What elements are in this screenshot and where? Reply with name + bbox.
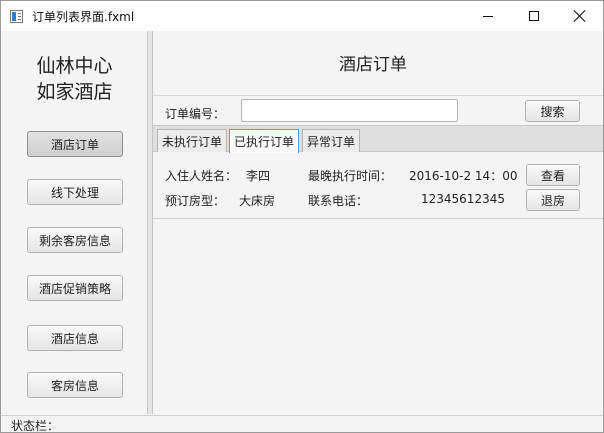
hotel-name-line2: 如家酒店 — [36, 81, 113, 103]
minimize-button[interactable] — [465, 1, 511, 31]
status-bar: 状态栏： — [0, 415, 604, 433]
sidebar-item-offline-handling[interactable]: 线下处理 — [27, 179, 123, 205]
status-label: 状态栏： — [11, 419, 60, 433]
close-icon — [574, 10, 586, 22]
room-type-label: 预订房型： — [165, 194, 226, 208]
order-number-input[interactable] — [241, 99, 458, 122]
sidebar-item-hotel-info[interactable]: 酒店信息 — [27, 325, 123, 351]
main-panel: 酒店订单 订单编号： 搜索 未执行订单 已执行订单 异常订单 入住人姓名： 李四… — [153, 31, 603, 414]
sidebar-item-remaining-rooms[interactable]: 剩余客房信息 — [27, 227, 123, 253]
window-title: 订单列表界面.fxml — [32, 10, 135, 24]
room-type-value: 大床房 — [239, 194, 276, 208]
checkout-button[interactable]: 退房 — [526, 189, 580, 211]
view-button[interactable]: 查看 — [526, 164, 580, 186]
sidebar-item-room-info[interactable]: 客房信息 — [27, 372, 123, 398]
sidebar-item-hotel-orders[interactable]: 酒店订单 — [27, 131, 123, 157]
search-button[interactable]: 搜索 — [525, 100, 580, 122]
tab-unexecuted-orders[interactable]: 未执行订单 — [157, 129, 228, 152]
guest-name-label: 入住人姓名： — [165, 169, 238, 183]
page-title: 酒店订单 — [339, 55, 407, 75]
guest-name-value: 李四 — [246, 169, 271, 183]
hotel-name-line1: 仙林中心 — [36, 55, 113, 77]
maximize-button[interactable] — [511, 1, 557, 31]
latest-time-label: 最晚执行时间： — [308, 169, 393, 183]
minimize-icon — [483, 15, 493, 17]
search-row: 订单编号： 搜索 — [153, 95, 603, 125]
order-number-label: 订单编号： — [165, 107, 226, 121]
sidebar: 仙林中心 如家酒店 酒店订单 线下处理 剩余客房信息 酒店促销策略 酒店信息 客… — [2, 31, 147, 414]
phone-label: 联系电话： — [308, 194, 369, 208]
title-bar: 订单列表界面.fxml — [0, 0, 604, 31]
tab-bar: 未执行订单 已执行订单 异常订单 — [153, 125, 603, 153]
maximize-icon — [529, 11, 539, 21]
close-button[interactable] — [557, 1, 603, 31]
order-item: 入住人姓名： 李四 最晚执行时间： 2016-10-2 14：00 查看 预订房… — [153, 153, 603, 219]
latest-time-value: 2016-10-2 14：00 — [409, 169, 518, 183]
hotel-name: 仙林中心 如家酒店 — [2, 53, 147, 105]
app-icon — [10, 10, 23, 23]
phone-value: 12345612345 — [421, 192, 505, 206]
tab-executed-orders[interactable]: 已执行订单 — [229, 129, 300, 153]
content-area: 仙林中心 如家酒店 酒店订单 线下处理 剩余客房信息 酒店促销策略 酒店信息 客… — [0, 31, 604, 415]
tab-abnormal-orders[interactable]: 异常订单 — [302, 129, 361, 152]
sidebar-item-promotions[interactable]: 酒店促销策略 — [27, 275, 123, 301]
